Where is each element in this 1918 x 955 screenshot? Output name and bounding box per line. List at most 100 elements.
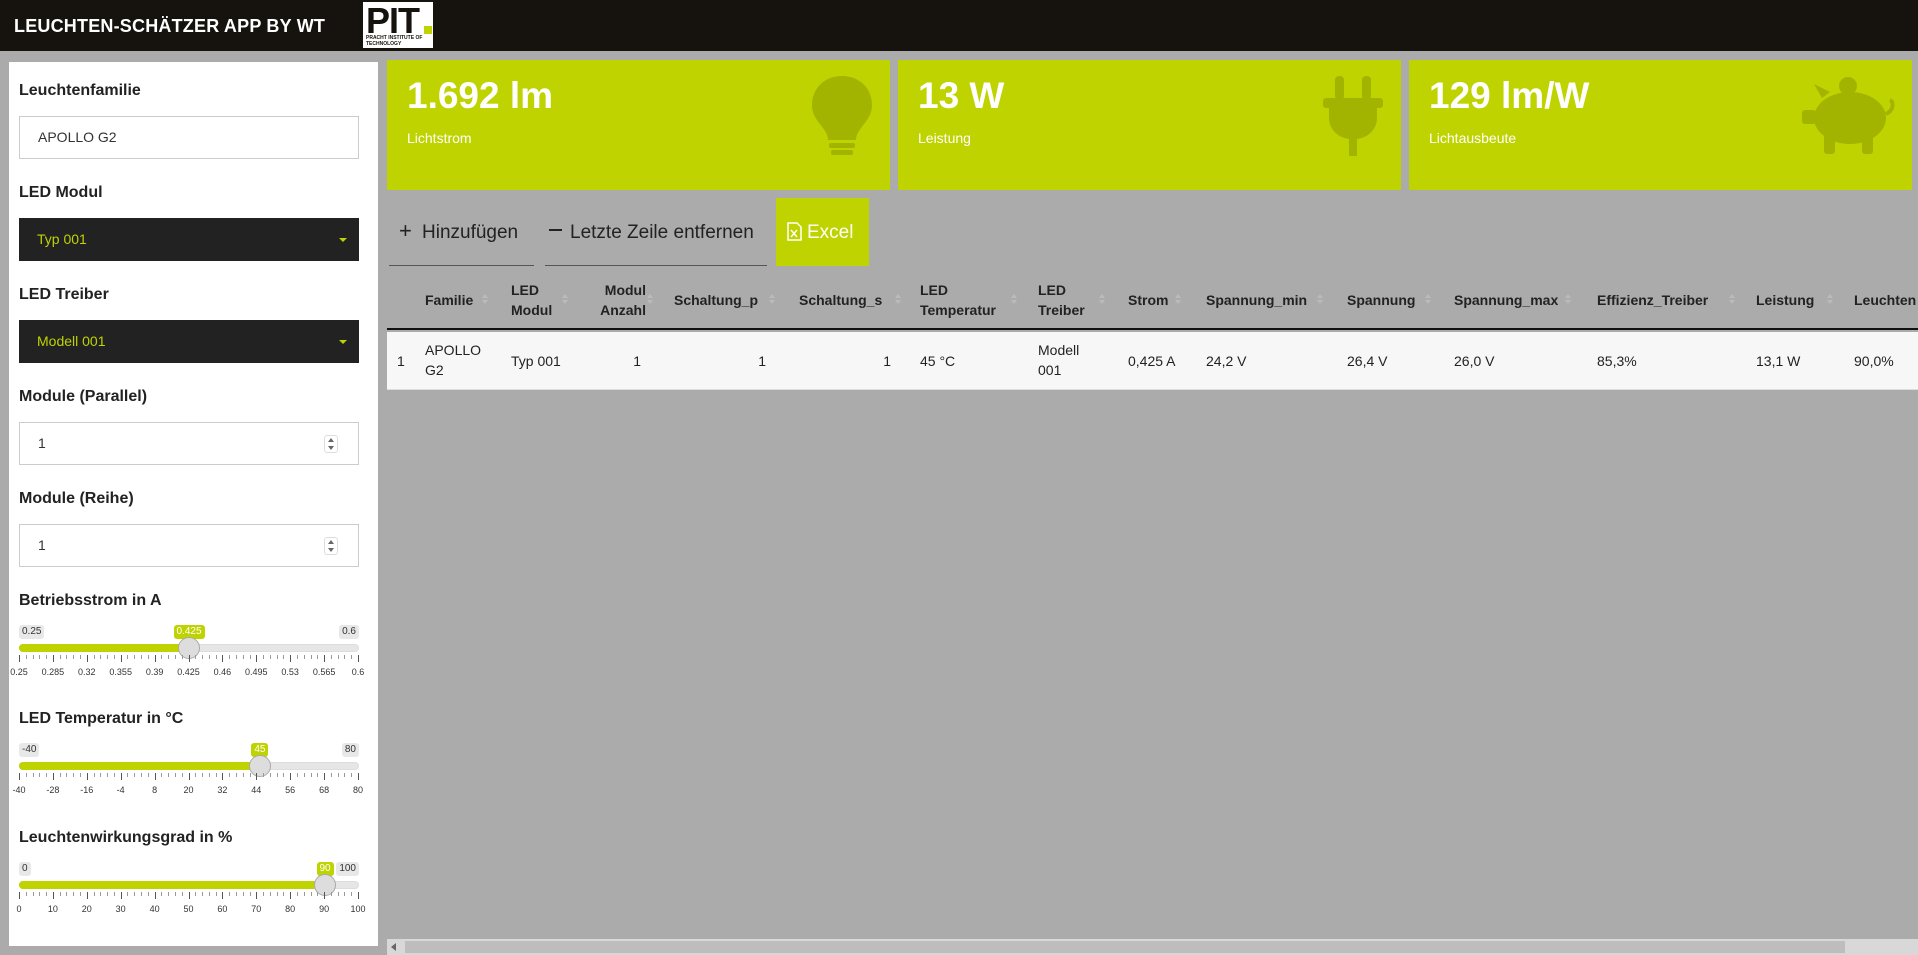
slider-tick-label: 0.425 [177, 667, 200, 677]
slider-tick [344, 773, 346, 777]
slider-tick [310, 655, 312, 659]
excel-label: Excel [807, 222, 854, 243]
slider-tick [32, 655, 34, 659]
table-header: Familie LED Modul Modul Anzahl Schaltung… [387, 272, 1918, 330]
add-row-underline [389, 265, 534, 266]
col-header-strom[interactable]: Strom [1128, 290, 1168, 310]
slider-tick-label: 40 [149, 904, 160, 914]
family-input[interactable]: APOLLO G2 [19, 116, 359, 159]
slider-tick [317, 892, 319, 896]
sidebar: Leuchtenfamilie APOLLO G2 LED Modul Typ … [9, 62, 378, 946]
slider-tick [222, 892, 224, 899]
slider-tick-label: 44 [251, 785, 262, 795]
slider-tick [324, 892, 326, 899]
col-header-spannung-min[interactable]: Spannung_min [1206, 290, 1307, 310]
cell-strom: 0,425 A [1128, 353, 1176, 369]
slider-tick [290, 655, 292, 662]
cell-spannung-min: 24,2 V [1206, 353, 1247, 369]
slider-tick [32, 773, 34, 777]
efficiency-label: Leuchtenwirkungsgrad in % [19, 829, 233, 846]
slider-tick [256, 773, 258, 780]
col-header-effizienz-treiber[interactable]: Effizienz_Treiber [1597, 290, 1708, 310]
remove-last-row-label: Letzte Zeile entfernen [570, 222, 754, 243]
slider-tick [276, 892, 278, 896]
slider-tick [134, 773, 136, 777]
sort-icon[interactable] [1827, 294, 1833, 306]
slider-min-badge: 0.25 [19, 625, 45, 639]
slider-tick [317, 655, 319, 659]
slider-tick [66, 655, 68, 659]
table-row[interactable]: 1 APOLLO G2 Typ 001 1 1 1 45 °C Modell 0… [387, 332, 1918, 390]
sort-icon[interactable] [895, 294, 901, 306]
col-header-schaltung-p[interactable]: Schaltung_p [674, 290, 758, 310]
slider-tick [147, 892, 149, 896]
col-header-led-modul[interactable]: LED Modul [511, 280, 561, 320]
horizontal-scrollbar[interactable] [387, 939, 1918, 955]
slider-tick [39, 892, 41, 896]
col-header-familie[interactable]: Familie [425, 290, 473, 310]
slider-tick [303, 655, 305, 659]
sort-icon[interactable] [482, 294, 488, 306]
sort-icon[interactable] [1565, 294, 1571, 306]
slider-tick-label: 0.495 [245, 667, 268, 677]
col-header-modul-anzahl[interactable]: Modul Anzahl [591, 280, 646, 320]
slider-tick [161, 773, 163, 777]
sort-icon[interactable] [1011, 294, 1017, 306]
sort-icon[interactable] [1729, 294, 1735, 306]
slider-tick [120, 655, 122, 662]
slider-tick [80, 773, 82, 777]
slider-tick [290, 773, 292, 780]
scroll-left-icon[interactable] [391, 943, 396, 951]
spinner-icon[interactable] [324, 537, 338, 555]
efficacy-value: 129 lm/W [1429, 75, 1590, 116]
pit-logo: PIT PRACHT INSTITUTE OF TECHNOLOGY [363, 0, 433, 48]
slider-tick [113, 773, 115, 777]
modules-parallel-input[interactable]: 1 [19, 422, 359, 465]
sort-icon[interactable] [1099, 294, 1105, 306]
sort-icon[interactable] [647, 294, 653, 306]
col-header-schaltung-s[interactable]: Schaltung_s [799, 290, 882, 310]
col-header-leistung[interactable]: Leistung [1756, 290, 1814, 310]
chevron-down-icon [339, 238, 347, 242]
sort-icon[interactable] [1175, 294, 1181, 306]
sort-icon[interactable] [1425, 294, 1431, 306]
slider-tick [337, 892, 339, 896]
spinner-icon[interactable] [324, 435, 338, 453]
add-row-button[interactable]: + Hinzufügen [389, 198, 534, 266]
slider-tick [256, 655, 258, 662]
col-header-led-temperatur[interactable]: LED Temperatur [920, 280, 1010, 320]
sort-icon[interactable] [562, 294, 568, 306]
excel-export-button[interactable]: Excel [776, 198, 869, 266]
slider-tick-label: 90 [319, 904, 330, 914]
slider-tick [113, 892, 115, 896]
sort-icon[interactable] [769, 294, 775, 306]
cell-schaltung-s: 1 [883, 353, 891, 369]
efficiency-slider[interactable]: 0 100 90 0 10 20 30 40 50 60 70 80 90 100 [16, 862, 366, 922]
col-header-led-treiber[interactable]: LED Treiber [1038, 280, 1093, 320]
col-header-leuchten[interactable]: Leuchten [1854, 290, 1916, 310]
led-driver-select[interactable]: Modell 001 [19, 320, 359, 363]
slider-tick [358, 892, 359, 899]
slider-tick-label: 68 [319, 785, 330, 795]
slider-tick [73, 773, 75, 777]
modules-series-input[interactable]: 1 [19, 524, 359, 567]
scrollbar-thumb[interactable] [405, 941, 1845, 953]
sort-icon[interactable] [1317, 294, 1323, 306]
value-box-power: 13 W Leistung [898, 60, 1401, 190]
led-driver-value: Modell 001 [37, 333, 106, 349]
led-module-select[interactable]: Typ 001 [19, 218, 359, 261]
luminous-flux-value: 1.692 lm [407, 75, 554, 116]
temperature-slider[interactable]: -40 80 45 -40 -28 -16 -4 8 20 32 44 56 68 80 [12, 743, 363, 803]
current-slider[interactable]: 0.25 0.6 0.425 0.25 0.285 0.32 0.355 0.39 0.425 0… [10, 625, 364, 685]
slider-fill [19, 881, 325, 889]
remove-last-row-button[interactable]: Letzte Zeile entfernen [545, 198, 767, 266]
col-header-spannung[interactable]: Spannung [1347, 290, 1415, 310]
col-header-spannung-max[interactable]: Spannung_max [1454, 290, 1558, 310]
slider-tick-label: 0 [16, 904, 22, 914]
slider-tick [296, 892, 298, 896]
slider-tick [120, 892, 122, 899]
slider-tick [80, 892, 82, 896]
efficacy-caption: Lichtausbeute [1429, 130, 1517, 146]
slider-tick [269, 655, 271, 659]
slider-min-badge: 0 [19, 862, 31, 876]
